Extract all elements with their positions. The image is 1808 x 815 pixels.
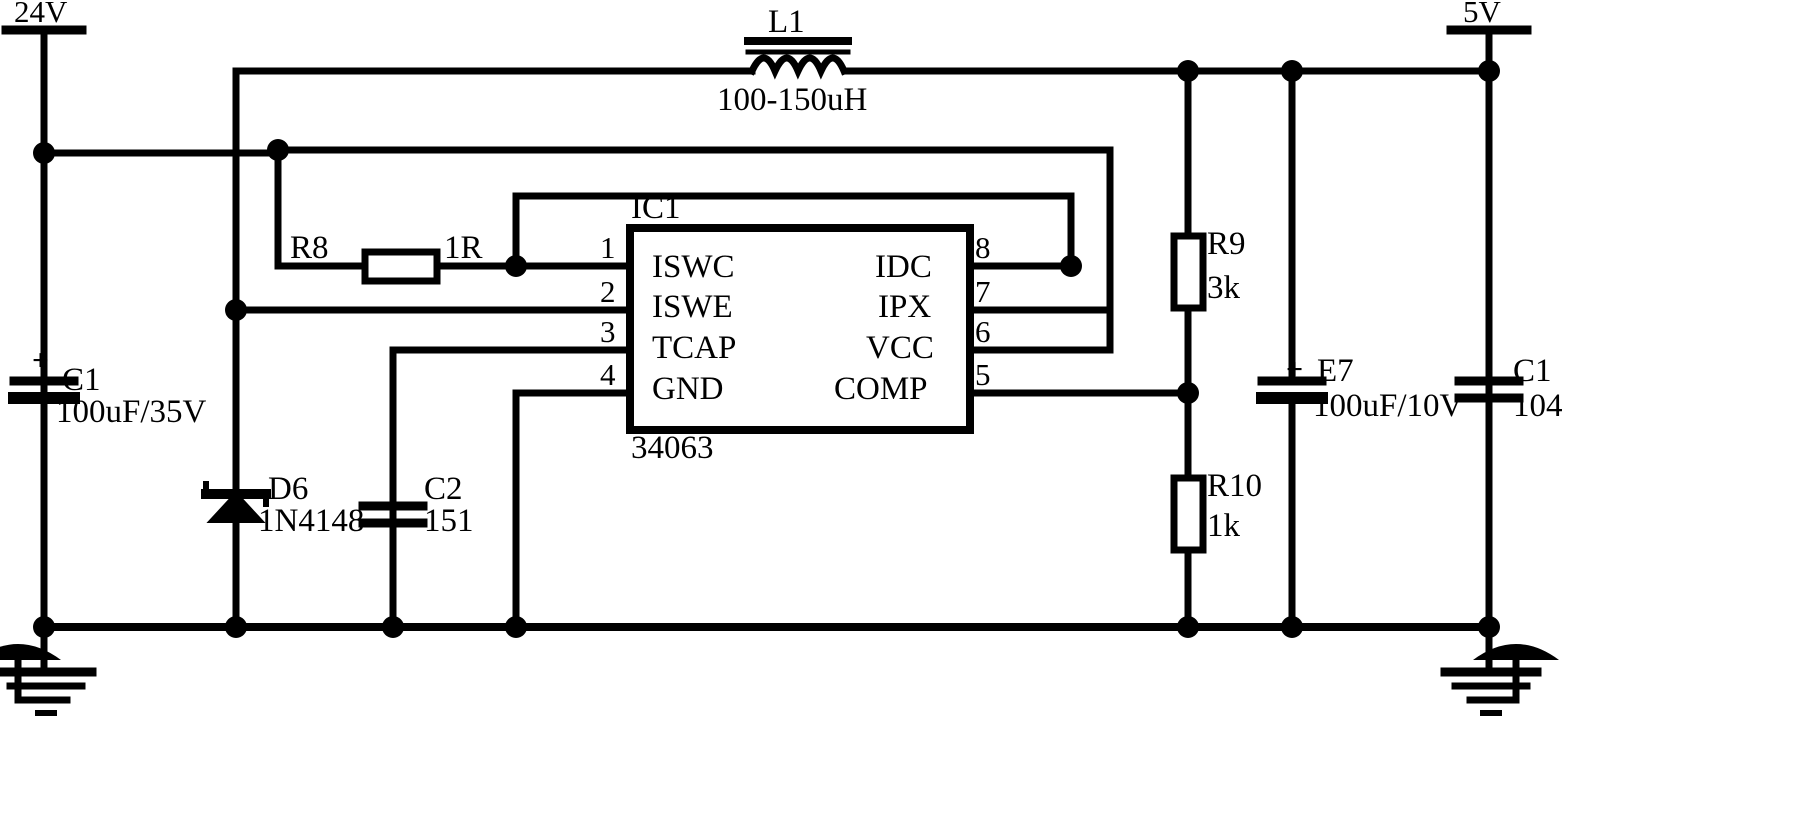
junction-dot	[1281, 616, 1303, 638]
pin-name-comp: COMP	[834, 371, 928, 407]
junction-dot	[382, 616, 404, 638]
pin-name-idc: IDC	[875, 249, 932, 285]
cap-c1b-ref: C1	[1513, 353, 1552, 389]
ic-reference-label: IC1	[631, 190, 681, 226]
junction-dot	[1281, 60, 1303, 82]
pin-number-3: 3	[600, 314, 616, 349]
resistor-r9-ref: R9	[1207, 226, 1246, 262]
junction-dot	[1177, 382, 1199, 404]
pin-number-5: 5	[975, 357, 991, 392]
cap-e7-ref: E7	[1317, 353, 1354, 389]
cap-e7-polarity-plus: +	[1286, 353, 1304, 386]
pin-number-4: 4	[600, 357, 616, 392]
inductor-coil	[747, 54, 849, 80]
pin-name-iswc: ISWC	[652, 249, 735, 285]
cap-c1-polarity-plus: +	[32, 344, 50, 377]
diode-d6-value: 1N4148	[258, 503, 365, 539]
resistor-r8-value: 1R	[444, 230, 483, 266]
pin-number-1: 1	[600, 230, 616, 265]
schematic-canvas: 24V 5V L1 100-150uH + C1 100uF/35V R8 1R…	[0, 0, 1808, 815]
junction-dot	[1478, 60, 1500, 82]
ic-part-number: 34063	[631, 430, 714, 466]
cap-c1b-value: 104	[1513, 388, 1563, 424]
rail-label-5v: 5V	[1463, 0, 1501, 29]
resistor-r9-value: 3k	[1207, 270, 1240, 306]
pin-number-6: 6	[975, 314, 991, 349]
junction-dot	[1177, 60, 1199, 82]
diode-d6-ref: D6	[268, 471, 309, 507]
earth-left-dome	[0, 644, 61, 660]
resistor-r10-body	[1170, 474, 1207, 554]
resistor-r10-value: 1k	[1207, 508, 1240, 544]
cap-c2-value: 151	[424, 503, 474, 539]
junction-dot	[225, 299, 247, 321]
junction-dot	[505, 616, 527, 638]
inductor-l1-ref: L1	[768, 4, 805, 40]
junction-dot	[505, 255, 527, 277]
pin-name-tcap: TCAP	[652, 330, 737, 366]
pin-name-iswe: ISWE	[652, 289, 733, 325]
pin-name-ipx: IPX	[878, 289, 932, 325]
resistor-r8-ref: R8	[290, 230, 329, 266]
junction-dot	[225, 616, 247, 638]
cap-e7-value: 100uF/10V	[1313, 388, 1464, 424]
rail-label-24v: 24V	[14, 0, 68, 29]
junction-dot	[267, 139, 289, 161]
resistor-r8-body	[361, 248, 441, 285]
junction-dot	[33, 616, 55, 638]
resistor-r10-ref: R10	[1207, 468, 1263, 504]
pin-name-gnd: GND	[652, 371, 724, 407]
junction-dot	[1177, 616, 1199, 638]
junction-dot	[1060, 255, 1082, 277]
junction-dot	[33, 142, 55, 164]
cap-c1-ref: C1	[62, 362, 101, 398]
pin-number-7: 7	[975, 274, 991, 309]
cap-c2-ref: C2	[424, 471, 463, 507]
pin-number-2: 2	[600, 274, 616, 309]
inductor-l1-value: 100-150uH	[717, 82, 868, 118]
cap-c1-value: 100uF/35V	[56, 394, 207, 430]
resistor-r9-body	[1170, 232, 1207, 312]
junction-dot	[1478, 616, 1500, 638]
pin-number-8: 8	[975, 230, 991, 265]
pin-name-vcc: VCC	[866, 330, 934, 366]
